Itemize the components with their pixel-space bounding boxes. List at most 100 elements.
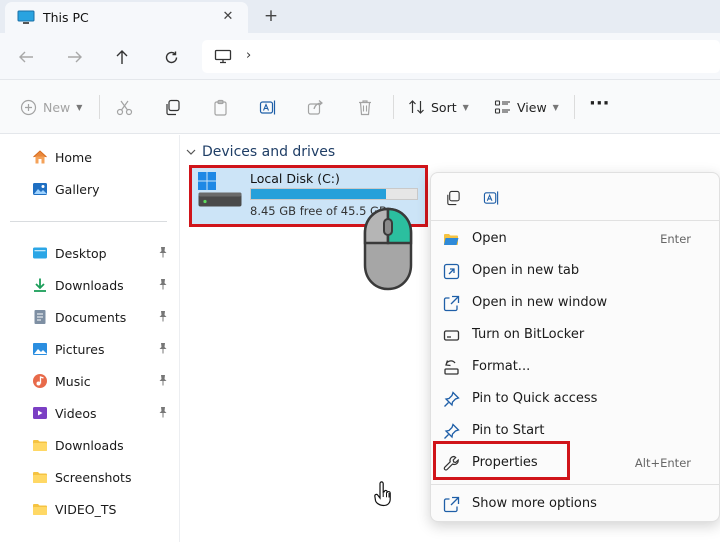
downloads-folder-icon: [34, 278, 46, 292]
menu-item-label: Pin to Quick access: [472, 391, 598, 406]
cut-button[interactable]: [116, 96, 133, 118]
clipboard-icon: [214, 99, 227, 116]
view-button[interactable]: View ▼: [494, 96, 559, 118]
hand-cursor-icon: [374, 481, 391, 507]
menu-item-shortcut: Enter: [660, 232, 691, 246]
divider: [431, 484, 720, 485]
forward-button[interactable]: [63, 45, 87, 69]
sidebar-item-label: Desktop: [55, 245, 107, 261]
address-bar[interactable]: ›: [202, 40, 720, 73]
rename-button[interactable]: [259, 96, 277, 118]
command-bar: New ▼ Sort ▼ View ▼ ···: [0, 80, 720, 134]
paste-button[interactable]: [212, 96, 229, 118]
sort-button[interactable]: Sort ▼: [408, 96, 469, 118]
chevron-down-icon: ▼: [462, 102, 469, 112]
tab-this-pc[interactable]: This PC ✕: [5, 2, 248, 33]
back-button[interactable]: [14, 45, 38, 69]
menu-item-label: Show more options: [472, 496, 597, 511]
folder-icon: [33, 472, 47, 483]
copy-icon: [447, 190, 460, 206]
rename-icon: [483, 191, 498, 205]
pin-icon[interactable]: [158, 278, 168, 290]
gallery-icon: [33, 183, 47, 195]
pin-icon: [444, 391, 460, 407]
arrow-right-icon: [68, 51, 82, 63]
sidebar-item-label: Gallery: [55, 181, 100, 197]
sidebar-item-music[interactable]: Music: [32, 371, 174, 391]
highlight-box-properties: [433, 441, 570, 480]
pin-icon[interactable]: [158, 310, 168, 322]
context-copy-button[interactable]: [440, 185, 466, 211]
sidebar-item-gallery[interactable]: Gallery: [32, 179, 174, 199]
sidebar-item-label: Documents: [55, 309, 127, 325]
sidebar-item-pictures[interactable]: Pictures: [32, 339, 174, 359]
arrow-left-icon: [19, 51, 33, 63]
more-icon: ···: [589, 92, 610, 114]
sidebar-item-desktop[interactable]: Desktop: [32, 243, 174, 263]
new-window-icon: [443, 295, 460, 312]
menu-item-turn-on-bitlocker[interactable]: Turn on BitLocker: [431, 320, 720, 350]
rename-icon: [259, 100, 276, 114]
menu-item-label: Open in new tab: [472, 263, 580, 278]
menu-item-open-in-new-window[interactable]: Open in new window: [431, 288, 720, 318]
new-button[interactable]: New ▼: [20, 96, 82, 118]
chevron-down-icon: ▼: [552, 102, 559, 112]
divider: [99, 95, 100, 119]
new-tab-button[interactable]: +: [262, 6, 280, 26]
folder-icon: [33, 440, 47, 451]
divider: [10, 221, 167, 222]
view-label: View: [517, 99, 547, 115]
close-tab-icon[interactable]: ✕: [219, 8, 237, 26]
more-options-button[interactable]: ···: [589, 92, 610, 114]
pin-icon[interactable]: [158, 406, 168, 418]
desktop-folder-icon: [33, 247, 47, 259]
music-folder-icon: [33, 374, 47, 388]
sidebar-item-video-ts[interactable]: VIDEO_TS: [32, 499, 174, 519]
delete-button[interactable]: [357, 96, 373, 118]
sidebar-item-documents[interactable]: Documents: [32, 307, 174, 327]
up-button[interactable]: [110, 45, 134, 69]
share-button[interactable]: [307, 96, 324, 118]
scissors-icon: [116, 100, 133, 115]
sidebar-item-label: Home: [55, 149, 92, 165]
sidebar-item-screenshots[interactable]: Screenshots: [32, 467, 174, 487]
trash-icon: [359, 99, 371, 115]
sidebar-item-downloads[interactable]: Downloads: [32, 275, 174, 295]
menu-item-label: Open in new window: [472, 295, 608, 310]
sidebar-item-home[interactable]: Home: [32, 147, 174, 167]
section-title: Devices and drives: [202, 144, 336, 160]
refresh-icon: [165, 51, 177, 63]
menu-item-open[interactable]: Open Enter: [431, 224, 720, 254]
menu-item-pin-to-quick-access[interactable]: Pin to Quick access: [431, 384, 720, 414]
pictures-folder-icon: [33, 343, 47, 355]
menu-item-format[interactable]: Format...: [431, 352, 720, 382]
pin-icon[interactable]: [158, 246, 168, 258]
sidebar-item-videos[interactable]: Videos: [32, 403, 174, 423]
sidebar-item-label: Downloads: [55, 437, 124, 453]
folder-icon: [33, 504, 47, 515]
tab-title: This PC: [43, 10, 89, 25]
videos-folder-icon: [33, 407, 47, 419]
sidebar-item-label: VIDEO_TS: [55, 501, 117, 517]
new-label: New: [43, 99, 71, 115]
sidebar-item-label: Music: [55, 373, 91, 389]
pin-icon[interactable]: [158, 342, 168, 354]
menu-item-open-in-new-tab[interactable]: Open in new tab: [431, 256, 720, 286]
refresh-button[interactable]: [159, 45, 183, 69]
sidebar-item-downloads-folder[interactable]: Downloads: [32, 435, 174, 455]
share-icon: [307, 99, 323, 115]
arrow-up-icon: [116, 50, 128, 64]
view-icon: [494, 100, 510, 114]
section-devices-and-drives[interactable]: Devices and drives: [186, 144, 335, 160]
copy-icon: [166, 99, 180, 115]
breadcrumb-chevron-icon[interactable]: ›: [246, 48, 251, 63]
copy-button[interactable]: [164, 96, 181, 118]
menu-item-show-more-options[interactable]: Show more options: [431, 489, 720, 519]
new-tab-icon: [443, 263, 460, 280]
pin-icon: [444, 423, 460, 439]
context-rename-button[interactable]: [478, 185, 504, 211]
sidebar-item-label: Downloads: [55, 277, 124, 293]
pin-icon[interactable]: [158, 374, 168, 386]
mouse-right-click-icon: [363, 207, 413, 291]
navigation-bar: ›: [0, 33, 720, 80]
